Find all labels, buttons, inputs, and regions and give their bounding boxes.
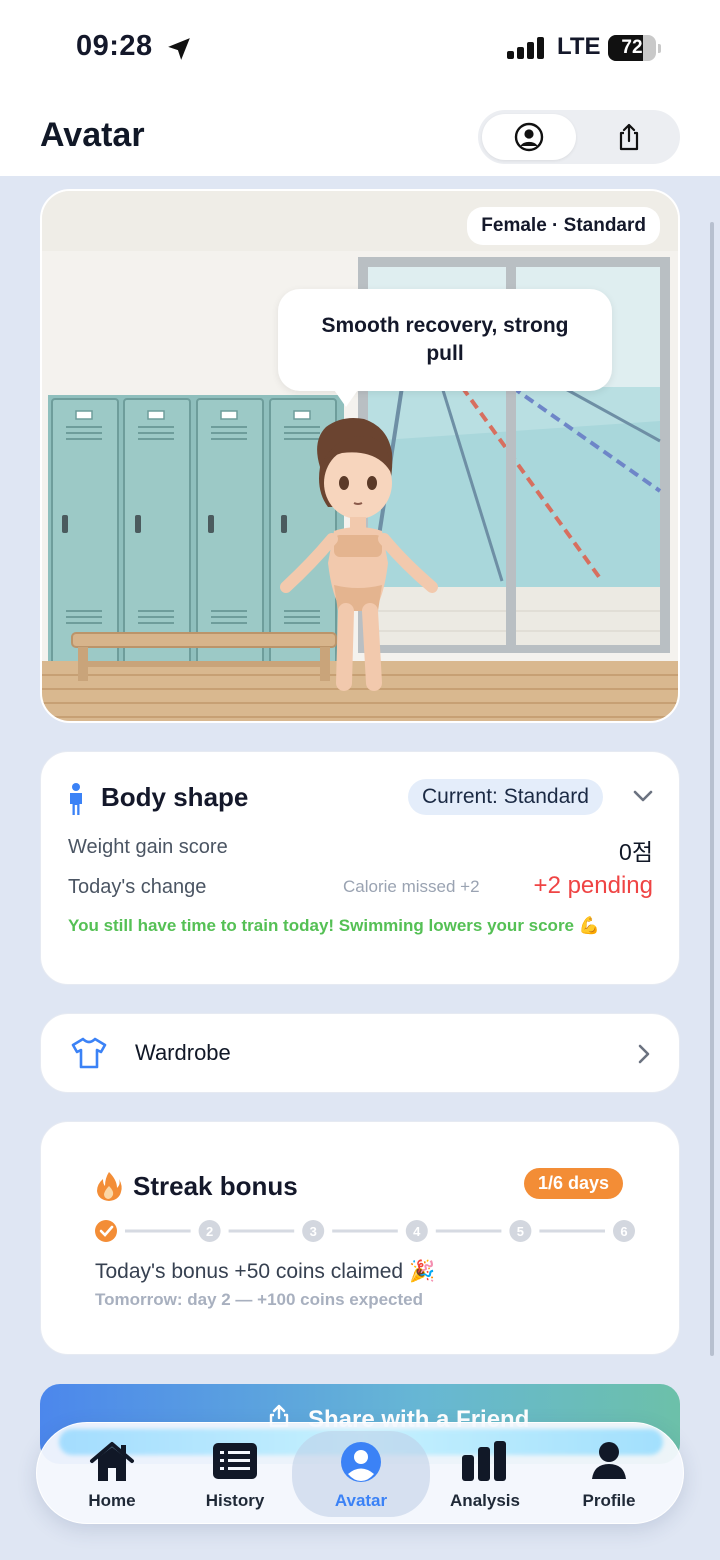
streak-step-number: 2 bbox=[206, 1224, 213, 1239]
locker-room-illustration bbox=[42, 191, 678, 721]
tab-history[interactable]: History bbox=[175, 1431, 295, 1517]
battery-icon: 72 bbox=[608, 35, 661, 61]
wardrobe-label: Wardrobe bbox=[135, 1040, 231, 1065]
view-toggle bbox=[478, 110, 680, 164]
fire-icon bbox=[97, 1172, 122, 1201]
speech-bubble: Smooth recovery, strong pull bbox=[278, 289, 612, 391]
weight-gain-value: 0점 bbox=[619, 839, 653, 865]
tab-home-label: Home bbox=[88, 1491, 136, 1510]
list-icon bbox=[213, 1443, 257, 1479]
streak-step-number: 5 bbox=[517, 1224, 524, 1239]
encouragement-text: You still have time to train today! Swim… bbox=[68, 916, 600, 935]
pending-change-value: +2 pending bbox=[533, 872, 653, 899]
tab-history-label: History bbox=[205, 1491, 265, 1510]
header: Avatar bbox=[0, 100, 720, 176]
weight-gain-label: Weight gain score bbox=[68, 836, 228, 858]
avatar-view-button[interactable] bbox=[482, 114, 576, 160]
current-shape-chip: Current: Standard bbox=[408, 779, 603, 815]
location-arrow-icon bbox=[168, 38, 190, 60]
person-circle-icon bbox=[514, 122, 544, 152]
home-icon bbox=[90, 1442, 134, 1481]
tshirt-icon bbox=[71, 1037, 107, 1069]
body-shape-card[interactable]: Body shape Current: Standard Weight gain… bbox=[40, 751, 680, 985]
signal-icon bbox=[507, 37, 544, 59]
streak-bonus-card: Streak bonus 1/6 days 2 3 4 5 6 Today's bonu… bbox=[40, 1121, 680, 1355]
streak-progress-track: 2 3 4 5 6 bbox=[95, 1220, 635, 1242]
person-icon bbox=[592, 1442, 626, 1479]
streak-step bbox=[95, 1220, 117, 1242]
tab-avatar[interactable]: Avatar bbox=[292, 1431, 430, 1517]
speech-bubble-tail bbox=[332, 387, 360, 407]
network-type: LTE bbox=[557, 33, 601, 60]
streak-step-number: 4 bbox=[413, 1224, 421, 1239]
tab-bar: Home History Avatar Analysis Profile bbox=[36, 1422, 684, 1524]
streak-subtext: Tomorrow: day 2 — +100 coins expected bbox=[95, 1290, 423, 1309]
today-change-label: Today's change bbox=[68, 876, 207, 898]
chevron-right-icon bbox=[638, 1044, 650, 1064]
streak-message: Today's bonus +50 coins claimed 🎉 bbox=[95, 1260, 436, 1283]
chevron-down-icon[interactable] bbox=[631, 788, 655, 804]
tab-analysis-label: Analysis bbox=[450, 1491, 520, 1510]
status-bar: 09:28 LTE 72 bbox=[0, 0, 720, 100]
battery-level: 72 bbox=[621, 37, 643, 58]
tab-home[interactable]: Home bbox=[52, 1431, 172, 1517]
tab-avatar-label: Avatar bbox=[334, 1491, 388, 1510]
status-time: 09:28 bbox=[76, 30, 153, 62]
streak-step-number: 3 bbox=[310, 1224, 317, 1239]
share-icon bbox=[619, 123, 639, 151]
body-shape-title: Body shape bbox=[101, 782, 249, 812]
streak-title: Streak bonus bbox=[133, 1171, 298, 1201]
person-standing-icon bbox=[70, 783, 82, 815]
tab-analysis[interactable]: Analysis bbox=[425, 1431, 545, 1517]
speech-text: Smooth recovery, strong pull bbox=[321, 314, 569, 365]
share-button[interactable] bbox=[582, 114, 676, 160]
page-title: Avatar bbox=[40, 116, 145, 154]
scrollbar[interactable] bbox=[710, 222, 714, 1356]
bar-chart-icon bbox=[462, 1441, 506, 1481]
streak-days-badge: 1/6 days bbox=[524, 1168, 624, 1199]
calorie-missed-note: Calorie missed +2 bbox=[343, 877, 480, 896]
tab-profile[interactable]: Profile bbox=[549, 1431, 669, 1517]
avatar-icon bbox=[341, 1442, 381, 1482]
avatar-type-chip: Female · Standard bbox=[467, 207, 660, 245]
streak-step-number: 6 bbox=[620, 1224, 627, 1239]
wardrobe-row[interactable]: Wardrobe bbox=[40, 1013, 680, 1093]
tab-profile-label: Profile bbox=[582, 1491, 636, 1510]
avatar-scene: Female · Standard Smooth recovery, stron… bbox=[40, 189, 680, 723]
